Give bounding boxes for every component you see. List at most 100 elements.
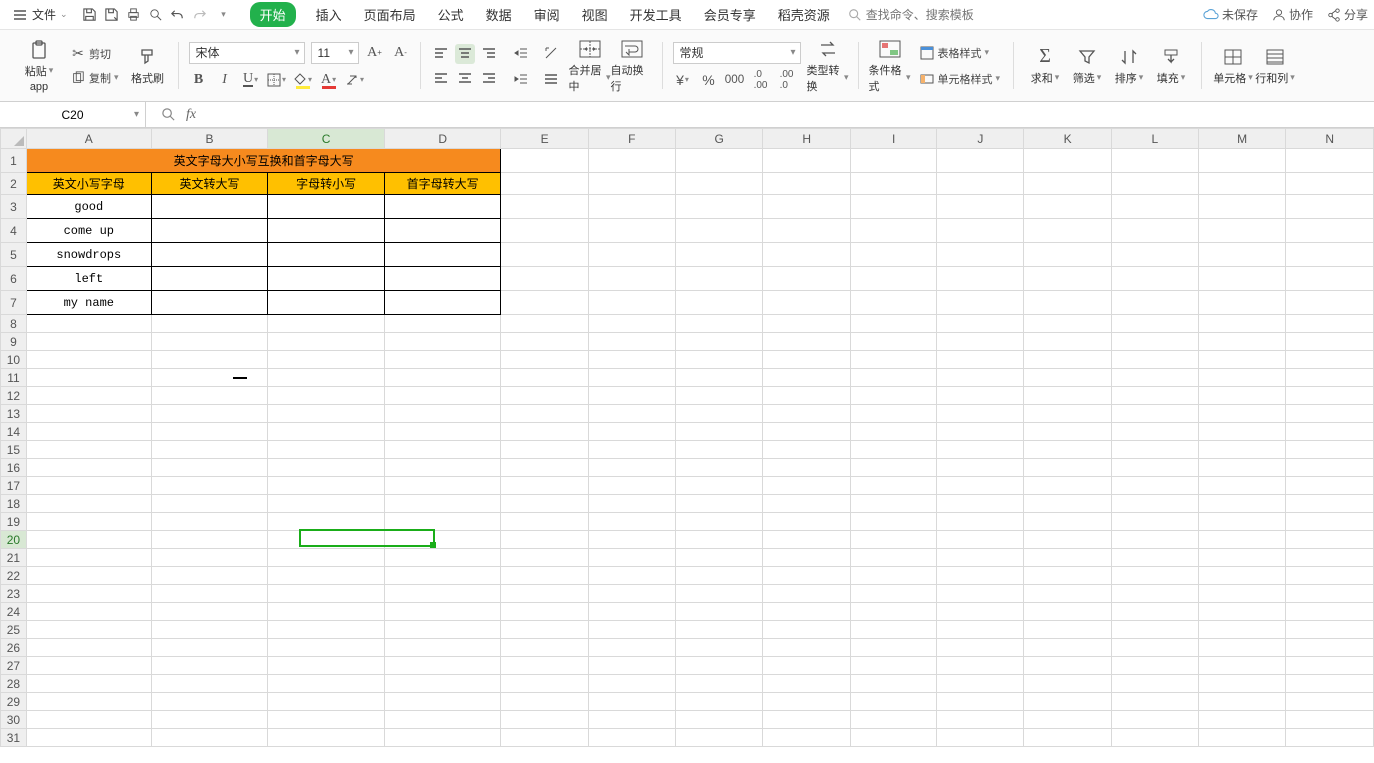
cell[interactable] xyxy=(501,729,588,747)
cell[interactable] xyxy=(501,387,588,405)
cell[interactable] xyxy=(151,369,268,387)
cell[interactable] xyxy=(1111,315,1198,333)
cell[interactable] xyxy=(26,333,151,351)
cell[interactable] xyxy=(384,567,501,585)
align-top-left-icon[interactable] xyxy=(431,44,451,64)
header-cell[interactable]: 字母转小写 xyxy=(268,173,385,195)
col-header-M[interactable]: M xyxy=(1198,129,1286,149)
cell[interactable] xyxy=(1024,267,1111,291)
cell[interactable] xyxy=(1198,639,1286,657)
cell[interactable] xyxy=(501,405,588,423)
cell[interactable] xyxy=(1024,549,1111,567)
cell[interactable] xyxy=(26,387,151,405)
cell[interactable] xyxy=(1111,549,1198,567)
cell[interactable] xyxy=(850,423,937,441)
cell[interactable] xyxy=(1286,603,1374,621)
cell[interactable] xyxy=(588,693,675,711)
font-name-select[interactable]: 宋体 xyxy=(189,42,305,64)
cell[interactable] xyxy=(850,369,937,387)
row-header-29[interactable]: 29 xyxy=(1,693,27,711)
row-header-12[interactable]: 12 xyxy=(1,387,27,405)
cell[interactable] xyxy=(384,495,501,513)
cell[interactable] xyxy=(268,675,385,693)
cell[interactable] xyxy=(588,711,675,729)
cell[interactable] xyxy=(763,369,850,387)
cell[interactable] xyxy=(26,513,151,531)
cell[interactable] xyxy=(268,423,385,441)
cell[interactable] xyxy=(1286,149,1374,173)
cell[interactable] xyxy=(588,149,675,173)
row-header-15[interactable]: 15 xyxy=(1,441,27,459)
cell[interactable] xyxy=(937,149,1024,173)
cell[interactable] xyxy=(850,459,937,477)
data-cell[interactable]: left xyxy=(26,267,151,291)
cell[interactable] xyxy=(501,693,588,711)
row-header-22[interactable]: 22 xyxy=(1,567,27,585)
data-cell[interactable] xyxy=(151,195,268,219)
tab-视图[interactable]: 视图 xyxy=(580,1,610,28)
cell[interactable] xyxy=(1286,405,1374,423)
cell[interactable] xyxy=(588,267,675,291)
cell[interactable] xyxy=(1286,657,1374,675)
cell[interactable] xyxy=(1024,149,1111,173)
number-format-select[interactable]: 常规 xyxy=(673,42,801,64)
cell[interactable] xyxy=(1286,693,1374,711)
row-header-19[interactable]: 19 xyxy=(1,513,27,531)
cell[interactable] xyxy=(26,477,151,495)
cell[interactable] xyxy=(850,603,937,621)
cell[interactable] xyxy=(268,315,385,333)
cell[interactable] xyxy=(850,711,937,729)
cell[interactable] xyxy=(151,729,268,747)
cell[interactable] xyxy=(151,621,268,639)
magnify-icon[interactable] xyxy=(158,105,178,125)
cell[interactable] xyxy=(1111,567,1198,585)
cell[interactable] xyxy=(1111,405,1198,423)
cell[interactable] xyxy=(268,585,385,603)
cell[interactable] xyxy=(763,585,850,603)
cell[interactable] xyxy=(937,585,1024,603)
col-header-L[interactable]: L xyxy=(1111,129,1198,149)
cell[interactable] xyxy=(26,567,151,585)
cell[interactable] xyxy=(1111,333,1198,351)
cell[interactable] xyxy=(151,495,268,513)
cell[interactable] xyxy=(937,219,1024,243)
cell[interactable] xyxy=(268,531,385,549)
cell[interactable] xyxy=(850,675,937,693)
col-header-D[interactable]: D xyxy=(384,129,501,149)
align-top-center-icon[interactable] xyxy=(455,44,475,64)
cell[interactable] xyxy=(675,657,763,675)
cell[interactable] xyxy=(151,387,268,405)
cell[interactable] xyxy=(937,423,1024,441)
cell[interactable] xyxy=(1198,459,1286,477)
cell[interactable] xyxy=(1286,369,1374,387)
cell[interactable] xyxy=(1198,585,1286,603)
row-header-9[interactable]: 9 xyxy=(1,333,27,351)
qat-customize-dropdown[interactable]: ▾ xyxy=(214,5,234,25)
cell[interactable] xyxy=(501,495,588,513)
cell[interactable] xyxy=(588,729,675,747)
cell[interactable] xyxy=(501,369,588,387)
cell[interactable] xyxy=(850,149,937,173)
tab-插入[interactable]: 插入 xyxy=(314,1,344,28)
data-cell[interactable] xyxy=(384,243,501,267)
cell[interactable] xyxy=(675,243,763,267)
cell[interactable] xyxy=(1111,657,1198,675)
data-cell[interactable] xyxy=(268,291,385,315)
cell[interactable] xyxy=(384,585,501,603)
cell[interactable] xyxy=(501,549,588,567)
cell[interactable] xyxy=(501,149,588,173)
cell[interactable] xyxy=(588,567,675,585)
cell[interactable] xyxy=(675,639,763,657)
data-cell[interactable] xyxy=(384,291,501,315)
cell[interactable] xyxy=(675,387,763,405)
cell[interactable] xyxy=(588,351,675,369)
fill-color-icon[interactable]: ▾ xyxy=(293,70,313,90)
cell[interactable] xyxy=(850,639,937,657)
cell[interactable] xyxy=(1111,639,1198,657)
cell[interactable] xyxy=(937,603,1024,621)
border-icon[interactable]: ▾ xyxy=(267,70,287,90)
cell[interactable] xyxy=(151,513,268,531)
cell[interactable] xyxy=(763,639,850,657)
cell[interactable] xyxy=(1286,387,1374,405)
cell[interactable] xyxy=(1198,603,1286,621)
